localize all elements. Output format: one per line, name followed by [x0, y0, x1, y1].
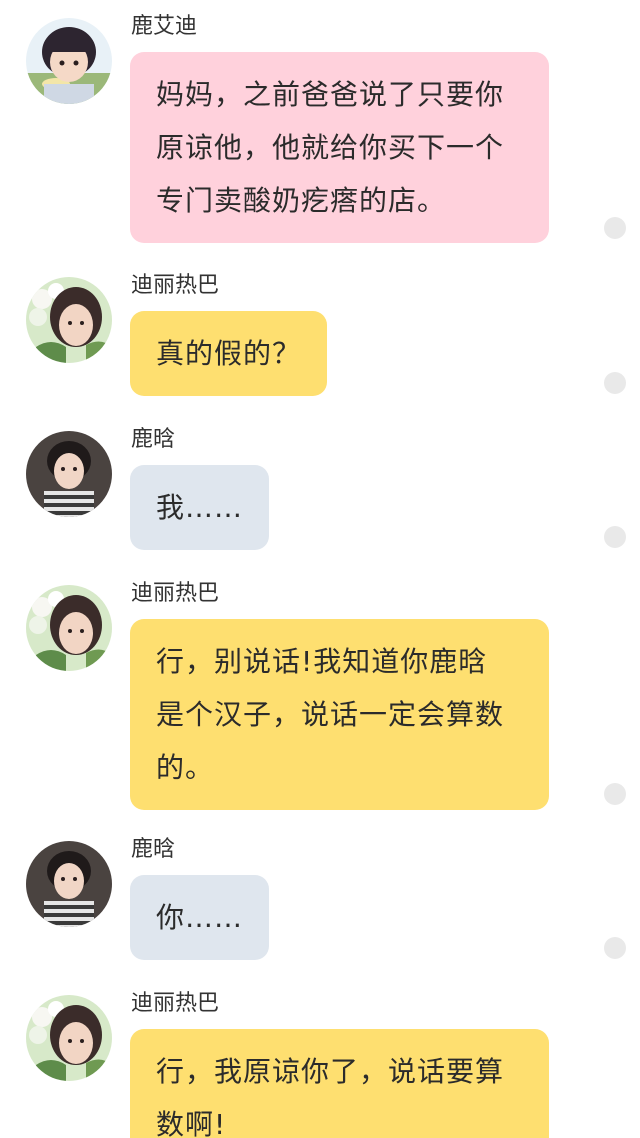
message-text-line: 妈妈，之前爸爸说了只要你: [156, 78, 505, 111]
woman-avatar-icon[interactable]: [26, 585, 112, 671]
chat-message: 迪丽热巴 行，我原谅你了，说话要算 数啊!: [0, 977, 640, 1138]
child-avatar-icon[interactable]: [26, 18, 112, 104]
woman-avatar-icon[interactable]: [26, 277, 112, 363]
message-bubble[interactable]: 行，我原谅你了，说话要算 数啊!: [130, 1029, 549, 1138]
man-avatar-icon[interactable]: [26, 431, 112, 517]
message-bubble[interactable]: 你……: [130, 875, 270, 960]
sender-name: 鹿艾迪: [131, 14, 198, 39]
man-avatar-icon[interactable]: [26, 841, 112, 927]
message-status-dot: [604, 526, 626, 548]
sender-name: 迪丽热巴: [131, 991, 220, 1016]
chat-message: 鹿晗 你……: [0, 823, 640, 963]
chat-thread[interactable]: 鹿艾迪 妈妈，之前爸爸说了只要你 原谅他，他就给你买下一个 专门卖酸奶疙瘩的店。: [0, 0, 640, 1138]
chat-message: 鹿晗 我……: [0, 413, 640, 553]
message-text-line: 真的假的？: [156, 337, 302, 370]
message-bubble[interactable]: 行，别说话!我知道你鹿晗 是个汉子，说话一定会算数 的。: [130, 619, 549, 810]
message-text-line: 原谅他，他就给你买下一个: [156, 131, 505, 164]
message-status-dot: [604, 783, 626, 805]
message-bubble[interactable]: 我……: [130, 465, 270, 550]
sender-name: 迪丽热巴: [131, 273, 220, 298]
message-text-line: 专门卖酸奶疙瘩的店。: [156, 184, 447, 217]
chat-message: 迪丽热巴 真的假的？: [0, 259, 640, 399]
message-text-line: 的。: [156, 751, 215, 784]
sender-name: 鹿晗: [131, 837, 176, 862]
message-status-dot: [604, 217, 626, 239]
sender-name: 迪丽热巴: [131, 581, 220, 606]
message-text-line: 我……: [156, 491, 244, 524]
chat-message: 鹿艾迪 妈妈，之前爸爸说了只要你 原谅他，他就给你买下一个 专门卖酸奶疙瘩的店。: [0, 0, 640, 245]
chat-message: 迪丽热巴 行，别说话!我知道你鹿晗 是个汉子，说话一定会算数 的。: [0, 567, 640, 815]
sender-name: 鹿晗: [131, 427, 176, 452]
message-status-dot: [604, 372, 626, 394]
message-bubble[interactable]: 真的假的？: [130, 311, 328, 396]
woman-avatar-icon[interactable]: [26, 995, 112, 1081]
message-text-line: 你……: [156, 901, 244, 934]
message-text-line: 数啊!: [156, 1108, 227, 1138]
message-bubble[interactable]: 妈妈，之前爸爸说了只要你 原谅他，他就给你买下一个 专门卖酸奶疙瘩的店。: [130, 52, 549, 243]
message-text-line: 行，我原谅你了，说话要算: [156, 1055, 505, 1088]
message-text-line: 行，别说话!我知道你鹿晗: [156, 645, 488, 678]
message-text-line: 是个汉子，说话一定会算数: [156, 698, 505, 731]
message-status-dot: [604, 937, 626, 959]
